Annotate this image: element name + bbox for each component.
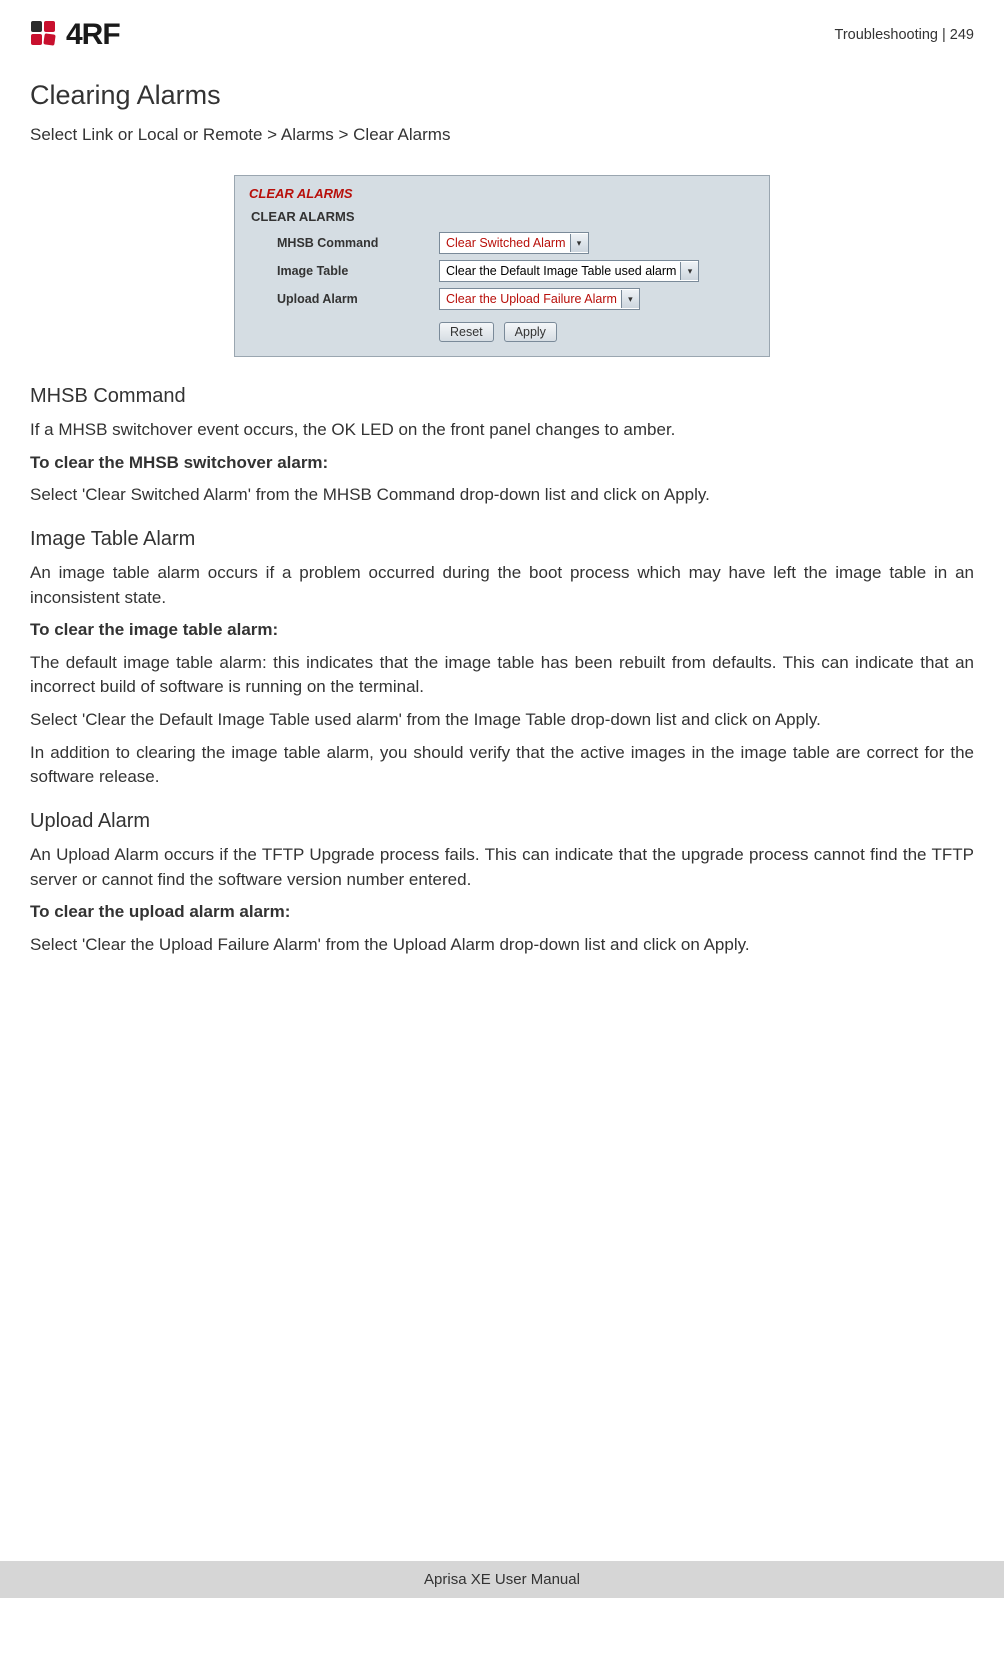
row-image-table: Image Table Clear the Default Image Tabl… [249,260,759,282]
heading-image-table-alarm: Image Table Alarm [30,528,974,551]
para: If a MHSB switchover event occurs, the O… [30,418,974,443]
breadcrumb: Troubleshooting | 249 [835,27,974,43]
label-image-table: Image Table [249,264,439,278]
chevron-down-icon: ▾ [621,290,639,308]
label-upload-alarm: Upload Alarm [249,292,439,306]
panel-subtitle: CLEAR ALARMS [251,209,759,224]
footer: Aprisa XE User Manual [0,1561,1004,1598]
para: An image table alarm occurs if a problem… [30,561,974,610]
heading-mhsb-command: MHSB Command [30,385,974,408]
para: To clear the image table alarm: [30,618,974,643]
clear-alarms-panel: CLEAR ALARMS CLEAR ALARMS MHSB Command C… [234,175,770,357]
select-value: Clear the Upload Failure Alarm [446,292,617,306]
para: In addition to clearing the image table … [30,741,974,790]
page-header: 4RF Troubleshooting | 249 [30,18,974,52]
heading-upload-alarm: Upload Alarm [30,810,974,833]
row-mhsb-command: MHSB Command Clear Switched Alarm ▾ [249,232,759,254]
para: To clear the upload alarm alarm: [30,900,974,925]
select-value: Clear Switched Alarm [446,236,566,250]
para: To clear the MHSB switchover alarm: [30,451,974,476]
para: Select 'Clear Switched Alarm' from the M… [30,483,974,508]
select-image-table[interactable]: Clear the Default Image Table used alarm… [439,260,699,282]
chevron-down-icon: ▾ [570,234,588,252]
reset-button[interactable]: Reset [439,322,494,342]
nav-path: Select Link or Local or Remote > Alarms … [30,125,974,145]
select-upload-alarm[interactable]: Clear the Upload Failure Alarm ▾ [439,288,640,310]
panel-title: CLEAR ALARMS [249,186,759,201]
logo: 4RF [30,18,120,52]
para: An Upload Alarm occurs if the TFTP Upgra… [30,843,974,892]
select-value: Clear the Default Image Table used alarm [446,264,676,278]
para: Select 'Clear the Default Image Table us… [30,708,974,733]
select-mhsb-command[interactable]: Clear Switched Alarm ▾ [439,232,589,254]
para: Select 'Clear the Upload Failure Alarm' … [30,933,974,958]
label-mhsb-command: MHSB Command [249,236,439,250]
apply-button[interactable]: Apply [504,322,557,342]
logo-icon [30,20,60,50]
row-upload-alarm: Upload Alarm Clear the Upload Failure Al… [249,288,759,310]
chevron-down-icon: ▾ [680,262,698,280]
para: The default image table alarm: this indi… [30,651,974,700]
logo-text: 4RF [66,18,120,52]
page-title: Clearing Alarms [30,80,974,111]
